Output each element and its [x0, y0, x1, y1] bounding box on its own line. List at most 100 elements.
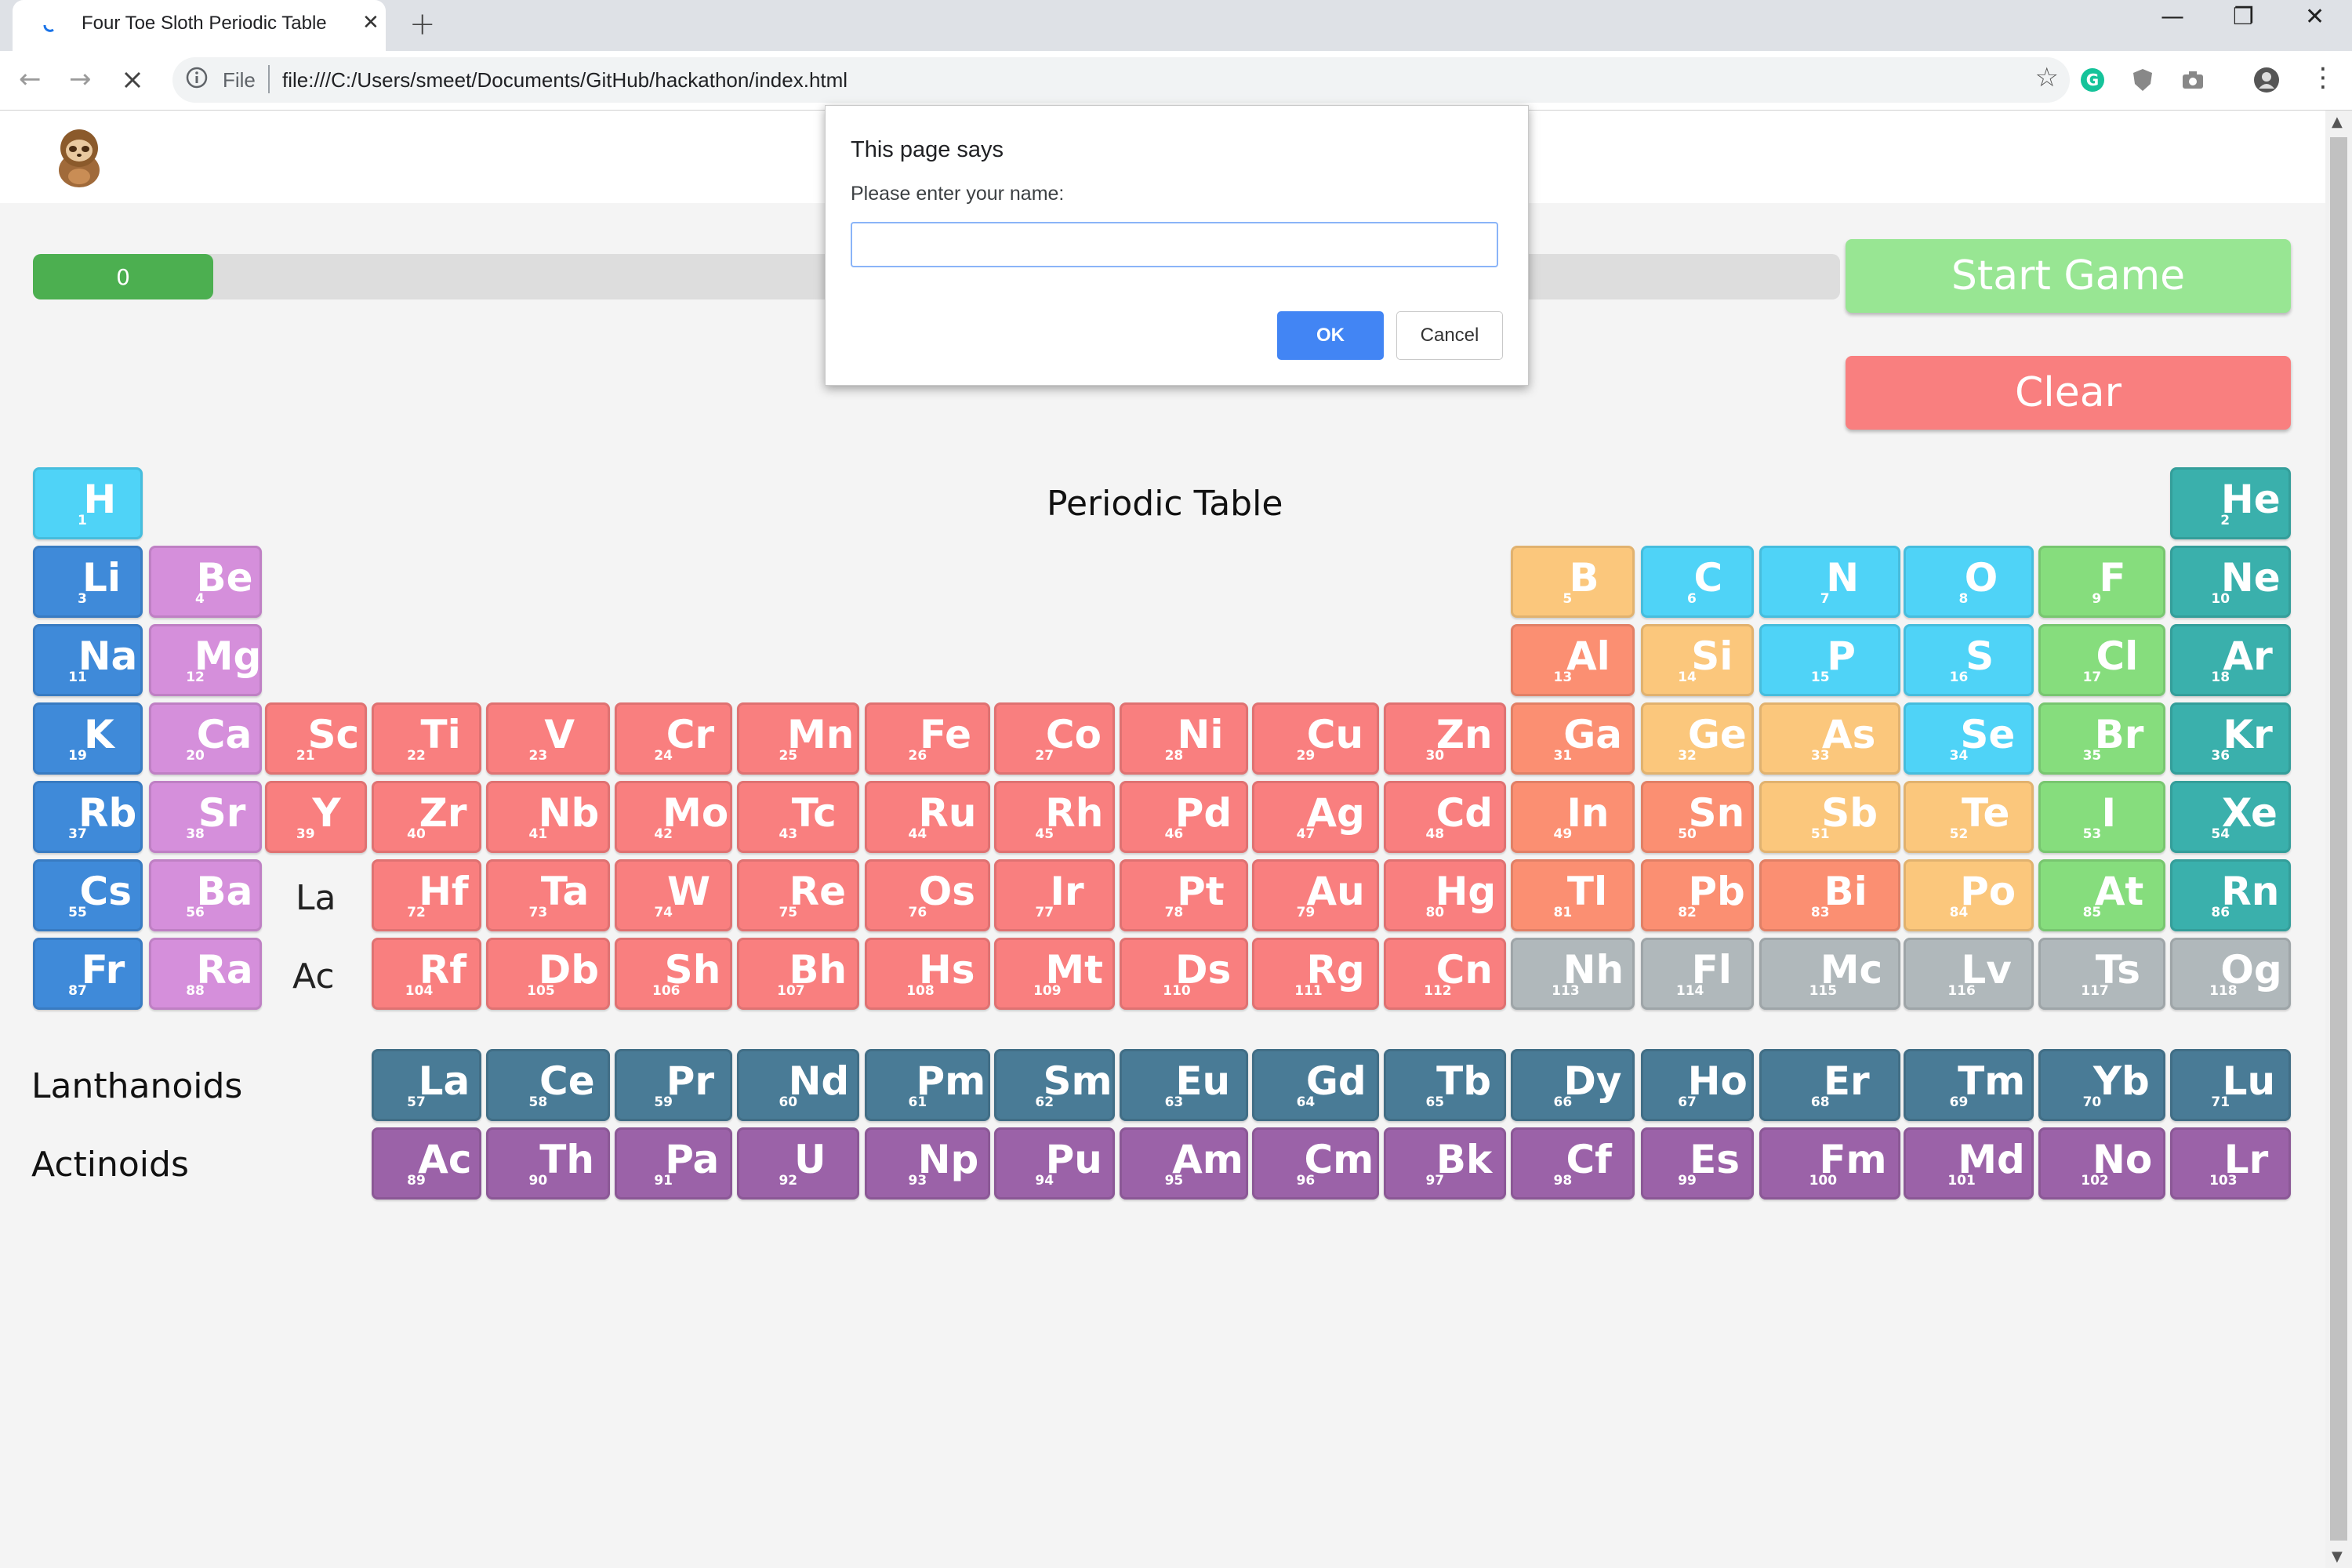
- element-tile-po[interactable]: 84 Po: [1904, 859, 2034, 931]
- element-tile-la[interactable]: 57 La: [372, 1049, 481, 1121]
- element-tile-gd[interactable]: 64 Gd: [1252, 1049, 1379, 1121]
- url-text[interactable]: file:///C:/Users/smeet/Documents/GitHub/…: [282, 68, 848, 93]
- element-tile-co[interactable]: 27 Co: [994, 702, 1115, 775]
- element-tile-cl[interactable]: 17 Cl: [2038, 624, 2165, 696]
- element-tile-tc[interactable]: 43 Tc: [737, 781, 859, 853]
- element-tile-ti[interactable]: 22 Ti: [372, 702, 481, 775]
- element-tile-sn[interactable]: 50 Sn: [1641, 781, 1754, 853]
- forward-arrow-icon[interactable]: →: [69, 64, 92, 95]
- omnibox[interactable]: File file:///C:/Users/smeet/Documents/Gi…: [172, 57, 2070, 103]
- element-tile-yb[interactable]: 70 Yb: [2038, 1049, 2165, 1121]
- element-tile-nd[interactable]: 60 Nd: [737, 1049, 859, 1121]
- element-tile-pm[interactable]: 61 Pm: [865, 1049, 990, 1121]
- element-tile-k[interactable]: 19 K: [33, 702, 143, 775]
- element-tile-ho[interactable]: 67 Ho: [1641, 1049, 1754, 1121]
- element-tile-i[interactable]: 53 I: [2038, 781, 2165, 853]
- shield-extension-icon[interactable]: [2129, 67, 2156, 93]
- camera-extension-icon[interactable]: [2180, 67, 2206, 93]
- element-tile-na[interactable]: 11 Na: [33, 624, 143, 696]
- stop-loading-icon[interactable]: [119, 67, 146, 93]
- element-tile-mc[interactable]: 115 Mc: [1759, 938, 1900, 1010]
- element-tile-ce[interactable]: 58 Ce: [486, 1049, 610, 1121]
- profile-avatar-icon[interactable]: [2253, 67, 2280, 93]
- minimize-icon[interactable]: —: [2161, 3, 2184, 31]
- name-input[interactable]: [851, 222, 1498, 267]
- element-tile-p[interactable]: 15 P: [1759, 624, 1900, 696]
- element-tile-o[interactable]: 8O: [1904, 546, 2034, 618]
- element-tile-fr[interactable]: 87 Fr: [33, 938, 143, 1010]
- more-menu-icon[interactable]: ⋮: [2310, 62, 2336, 93]
- element-tile-s[interactable]: 16 S: [1904, 624, 2034, 696]
- element-tile-pt[interactable]: 78 Pt: [1120, 859, 1248, 931]
- element-tile-ts[interactable]: 117 Ts: [2038, 938, 2165, 1010]
- element-tile-ne[interactable]: 10 Ne: [2170, 546, 2291, 618]
- element-tile-hf[interactable]: 72 Hf: [372, 859, 481, 931]
- element-tile-au[interactable]: 79 Au: [1252, 859, 1379, 931]
- element-tile-f[interactable]: 9F: [2038, 546, 2165, 618]
- element-tile-ba[interactable]: 56 Ba: [149, 859, 262, 931]
- element-tile-pu[interactable]: 94 Pu: [994, 1127, 1115, 1200]
- element-tile-n[interactable]: 7N: [1759, 546, 1900, 618]
- element-tile-ta[interactable]: 73 Ta: [486, 859, 610, 931]
- element-tile-zr[interactable]: 40 Zr: [372, 781, 481, 853]
- element-tile-th[interactable]: 90 Th: [486, 1127, 610, 1200]
- element-tile-lv[interactable]: 116 Lv: [1904, 938, 2034, 1010]
- clear-button[interactable]: Clear: [1846, 356, 2291, 430]
- element-tile-pb[interactable]: 82 Pb: [1641, 859, 1754, 931]
- element-tile-al[interactable]: 13 Al: [1511, 624, 1635, 696]
- element-tile-se[interactable]: 34 Se: [1904, 702, 2034, 775]
- element-tile-ca[interactable]: 20 Ca: [149, 702, 262, 775]
- element-tile-si[interactable]: 14 Si: [1641, 624, 1754, 696]
- element-tile-hs[interactable]: 108 Hs: [865, 938, 990, 1010]
- element-tile-y[interactable]: 39 Y: [265, 781, 367, 853]
- element-tile-sm[interactable]: 62 Sm: [994, 1049, 1115, 1121]
- element-tile-ni[interactable]: 28 Ni: [1120, 702, 1248, 775]
- window-close-icon[interactable]: ✕: [2305, 3, 2325, 31]
- element-tile-tm[interactable]: 69 Tm: [1904, 1049, 2034, 1121]
- scrollbar-thumb[interactable]: [2330, 137, 2347, 1541]
- element-tile-nb[interactable]: 41 Nb: [486, 781, 610, 853]
- element-tile-li[interactable]: 3 Li: [33, 546, 143, 618]
- restore-icon[interactable]: ❐: [2233, 3, 2254, 31]
- element-tile-ru[interactable]: 44 Ru: [865, 781, 990, 853]
- element-tile-cf[interactable]: 98 Cf: [1511, 1127, 1635, 1200]
- element-tile-rn[interactable]: 86 Rn: [2170, 859, 2291, 931]
- element-tile-b[interactable]: 5B: [1511, 546, 1635, 618]
- element-tile-og[interactable]: 118 Og: [2170, 938, 2291, 1010]
- element-tile-pa[interactable]: 91 Pa: [615, 1127, 732, 1200]
- element-tile-fm[interactable]: 100 Fm: [1759, 1127, 1900, 1200]
- element-tile-tl[interactable]: 81 Tl: [1511, 859, 1635, 931]
- element-tile-cn[interactable]: 112 Cn: [1384, 938, 1506, 1010]
- element-tile-be[interactable]: 4 Be: [149, 546, 262, 618]
- element-tile-bh[interactable]: 107 Bh: [737, 938, 859, 1010]
- element-tile-bi[interactable]: 83 Bi: [1759, 859, 1900, 931]
- info-icon[interactable]: [185, 66, 209, 89]
- element-tile-rh[interactable]: 45 Rh: [994, 781, 1115, 853]
- tab-close-icon[interactable]: ✕: [362, 11, 379, 34]
- start-game-button[interactable]: Start Game: [1846, 239, 2291, 313]
- element-tile-nh[interactable]: 113 Nh: [1511, 938, 1635, 1010]
- element-tile-sh[interactable]: 106 Sh: [615, 938, 732, 1010]
- ok-button[interactable]: OK: [1277, 311, 1384, 360]
- element-tile-cu[interactable]: 29 Cu: [1252, 702, 1379, 775]
- element-tile-pd[interactable]: 46 Pd: [1120, 781, 1248, 853]
- element-tile-np[interactable]: 93 Np: [865, 1127, 990, 1200]
- element-tile-as[interactable]: 33 As: [1759, 702, 1900, 775]
- element-tile-mt[interactable]: 109 Mt: [994, 938, 1115, 1010]
- element-tile-rg[interactable]: 111 Rg: [1252, 938, 1379, 1010]
- element-tile-fl[interactable]: 114 Fl: [1641, 938, 1754, 1010]
- element-tile-xe[interactable]: 54 Xe: [2170, 781, 2291, 853]
- element-tile-lr[interactable]: 103 Lr: [2170, 1127, 2291, 1200]
- element-tile-br[interactable]: 35 Br: [2038, 702, 2165, 775]
- element-tile-eu[interactable]: 63 Eu: [1120, 1049, 1248, 1121]
- element-tile-at[interactable]: 85 At: [2038, 859, 2165, 931]
- element-tile-zn[interactable]: 30 Zn: [1384, 702, 1506, 775]
- element-tile-ir[interactable]: 77 Ir: [994, 859, 1115, 931]
- element-tile-sb[interactable]: 51 Sb: [1759, 781, 1900, 853]
- element-tile-ac[interactable]: 89 Ac: [372, 1127, 481, 1200]
- element-tile-h[interactable]: 1H: [33, 467, 143, 539]
- element-tile-mn[interactable]: 25 Mn: [737, 702, 859, 775]
- element-tile-ar[interactable]: 18 Ar: [2170, 624, 2291, 696]
- element-tile-pr[interactable]: 59 Pr: [615, 1049, 732, 1121]
- active-tab[interactable]: Four Toe Sloth Periodic Table ✕: [13, 0, 386, 51]
